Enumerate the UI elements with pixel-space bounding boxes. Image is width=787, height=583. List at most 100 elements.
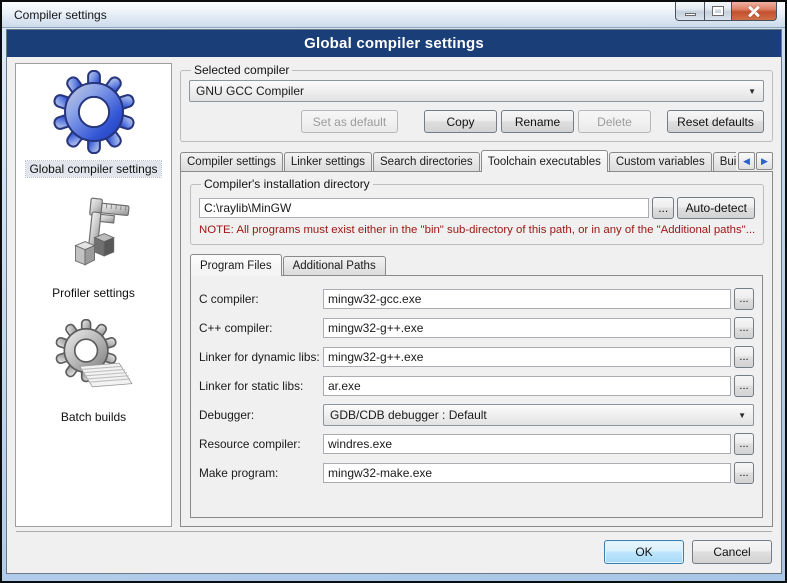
c-compiler-label: C compiler: (199, 292, 323, 306)
tab-build-options[interactable]: Build options (713, 152, 737, 172)
subtab-additional-paths[interactable]: Additional Paths (283, 256, 386, 276)
sidebar-item-label: Batch builds (58, 409, 129, 425)
chevron-down-icon: ▼ (748, 87, 756, 96)
window-frame: Global compiler settings (2, 28, 785, 581)
field-row-linker-dynamic: Linker for dynamic libs: mingw32-g++.exe.… (199, 346, 754, 368)
maximize-button[interactable] (704, 2, 732, 21)
cpp-compiler-label: C++ compiler: (199, 321, 323, 335)
blue-gear-icon (52, 70, 136, 154)
installation-directory-legend: Compiler's installation directory (201, 177, 373, 191)
linker-dynamic-input[interactable]: mingw32-g++.exe (323, 347, 731, 367)
rename-button[interactable]: Rename (501, 110, 574, 133)
note-text: NOTE: All programs must exist either in … (199, 224, 755, 236)
tab-bar: Compiler settingsLinker settingsSearch d… (180, 150, 773, 172)
tab-toolchain-executables[interactable]: Toolchain executables (481, 150, 608, 172)
debugger-label: Debugger: (199, 408, 323, 422)
compiler-settings-dialog: Global compiler settings (6, 29, 782, 574)
main-panel: Selected compiler GNU GCC Compiler ▼ Set… (180, 63, 773, 527)
install-dir-input[interactable]: C:\raylib\MinGW (199, 198, 649, 218)
tab-scroll-right-button[interactable]: ▶ (756, 152, 773, 170)
window: Compiler settings Global compiler settin… (0, 0, 787, 583)
program-files-panel: C compiler:mingw32-gcc.exe...C++ compile… (190, 275, 763, 518)
debugger-select[interactable]: GDB/CDB debugger : Default ▼ (323, 404, 754, 426)
window-title: Compiler settings (14, 8, 107, 22)
installation-directory-row: C:\raylib\MinGW ... Auto-detect (199, 197, 755, 219)
minimize-button[interactable] (675, 2, 705, 21)
selected-compiler-group: Selected compiler GNU GCC Compiler ▼ Set… (180, 63, 773, 142)
close-button[interactable] (731, 2, 777, 21)
resource-compiler-browse-button[interactable]: ... (734, 433, 754, 455)
tab-compiler-settings[interactable]: Compiler settings (180, 152, 283, 172)
linker-dynamic-label: Linker for dynamic libs: (199, 350, 323, 364)
minimize-icon (685, 13, 696, 16)
sidebar-item-label: Profiler settings (49, 285, 138, 301)
field-row-debugger: Debugger: GDB/CDB debugger : Default ▼ (199, 404, 754, 426)
copy-button[interactable]: Copy (424, 110, 497, 133)
titlebar[interactable]: Compiler settings (2, 2, 785, 28)
install-dir-browse-button[interactable]: ... (652, 197, 674, 219)
linker-dynamic-value: mingw32-g++.exe (328, 350, 423, 364)
make-program-value: mingw32-make.exe (328, 466, 432, 480)
maximize-icon (713, 7, 723, 15)
tab-strip: Compiler settingsLinker settingsSearch d… (180, 150, 737, 172)
page-title: Global compiler settings (7, 30, 781, 57)
arrow-left-icon: ◀ (743, 156, 750, 167)
sidebar-item-profiler-settings[interactable]: Profiler settings (49, 194, 138, 301)
linker-static-value: ar.exe (328, 379, 361, 393)
make-program-browse-button[interactable]: ... (734, 462, 754, 484)
cancel-button[interactable]: Cancel (692, 540, 772, 564)
c-compiler-value: mingw32-gcc.exe (328, 292, 421, 306)
field-row-make-program: Make program: mingw32-make.exe... (199, 462, 754, 484)
caliper-icon (51, 194, 135, 278)
linker-dynamic-browse-button[interactable]: ... (734, 346, 754, 368)
c-compiler-input[interactable]: mingw32-gcc.exe (323, 289, 731, 309)
sidebar-item-label: Global compiler settings (26, 161, 160, 177)
close-icon (748, 5, 760, 17)
delete-button[interactable]: Delete (578, 110, 651, 133)
resource-compiler-input[interactable]: windres.exe (323, 434, 731, 454)
field-row-linker-static: Linker for static libs: ar.exe... (199, 375, 754, 397)
arrow-right-icon: ▶ (761, 156, 768, 167)
linker-static-browse-button[interactable]: ... (734, 375, 754, 397)
tab-custom-variables[interactable]: Custom variables (609, 152, 712, 172)
resource-compiler-value: windres.exe (328, 437, 392, 451)
cpp-compiler-value: mingw32-g++.exe (328, 321, 423, 335)
c-compiler-browse-button[interactable]: ... (734, 288, 754, 310)
selected-compiler-legend: Selected compiler (191, 63, 292, 77)
set-as-default-button[interactable]: Set as default (301, 110, 398, 133)
resource-compiler-label: Resource compiler: (199, 437, 323, 451)
tab-scroll-left-button[interactable]: ◀ (738, 152, 755, 170)
cpp-compiler-browse-button[interactable]: ... (734, 317, 754, 339)
debugger-value: GDB/CDB debugger : Default (330, 408, 487, 422)
make-program-input[interactable]: mingw32-make.exe (323, 463, 731, 483)
field-row-cpp-compiler: C++ compiler: mingw32-g++.exe... (199, 317, 754, 339)
compiler-select[interactable]: GNU GCC Compiler ▼ (189, 80, 764, 102)
tab-scrollers: ◀ ▶ (736, 152, 773, 170)
reset-defaults-button[interactable]: Reset defaults (667, 110, 764, 133)
chevron-down-icon: ▼ (738, 411, 746, 420)
dialog-footer: OK Cancel (16, 531, 772, 573)
cpp-compiler-input[interactable]: mingw32-g++.exe (323, 318, 731, 338)
tab-linker-settings[interactable]: Linker settings (284, 152, 372, 172)
linker-static-label: Linker for static libs: (199, 379, 323, 393)
compiler-select-value: GNU GCC Compiler (196, 84, 304, 98)
linker-static-input[interactable]: ar.exe (323, 376, 731, 396)
ok-button[interactable]: OK (604, 540, 684, 564)
subtab-program-files[interactable]: Program Files (190, 254, 282, 276)
install-dir-value: C:\raylib\MinGW (204, 201, 291, 215)
sidebar-item-batch-builds[interactable]: Batch builds (52, 318, 136, 425)
toolchain-executables-panel: Compiler's installation directory C:\ray… (180, 171, 773, 527)
dialog-content: Global compiler settings (7, 57, 781, 531)
make-program-label: Make program: (199, 466, 323, 480)
window-controls (675, 2, 777, 21)
sidebar-item-global-compiler-settings[interactable]: Global compiler settings (26, 70, 160, 177)
compiler-actions: Set as default CopyRenameDelete Reset defa… (189, 110, 764, 133)
sidebar: Global compiler settings (15, 63, 172, 527)
tab-search-directories[interactable]: Search directories (373, 152, 480, 172)
subtab-bar: Program FilesAdditional Paths (190, 254, 763, 276)
field-row-resource-compiler: Resource compiler: windres.exe... (199, 433, 754, 455)
gray-gear-stack-icon (52, 318, 136, 402)
autodetect-button[interactable]: Auto-detect (677, 197, 755, 219)
installation-directory-group: Compiler's installation directory C:\ray… (190, 177, 764, 245)
field-row-c-compiler: C compiler: mingw32-gcc.exe... (199, 288, 754, 310)
